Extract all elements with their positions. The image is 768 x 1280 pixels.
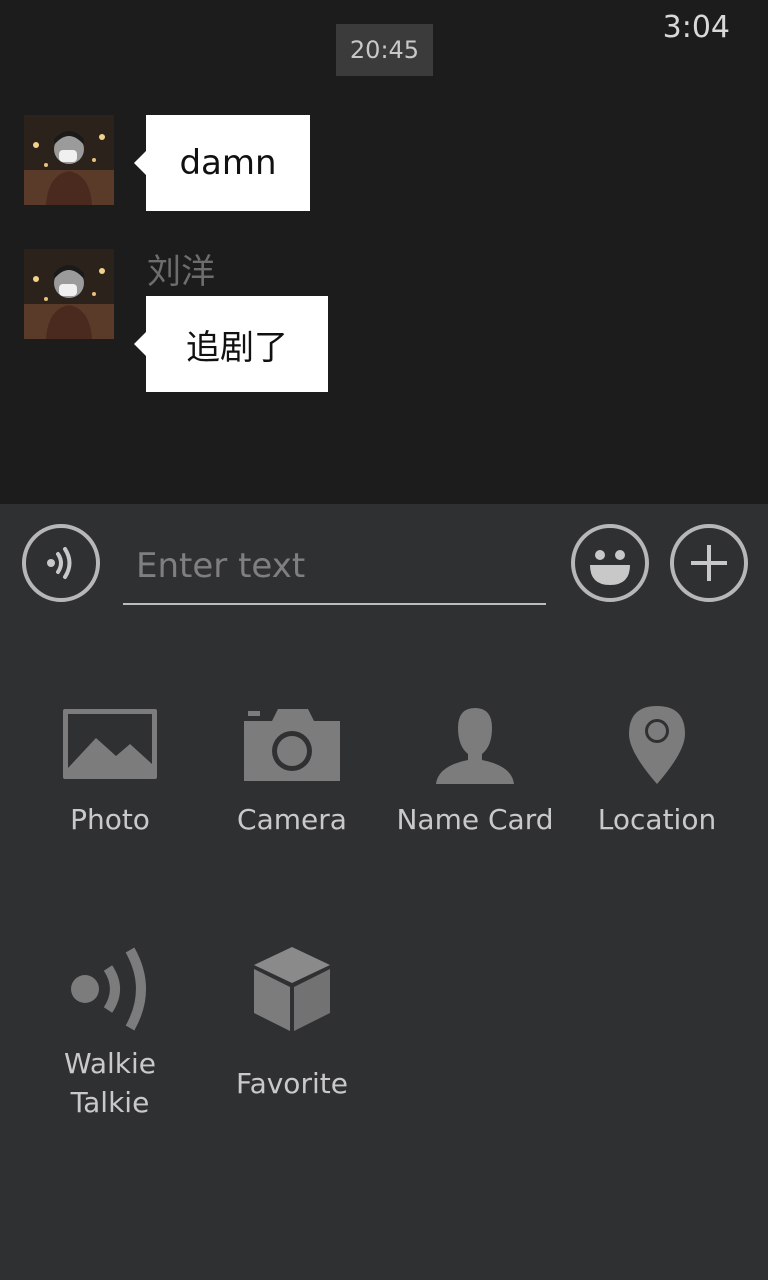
attachment-label: Location xyxy=(597,803,717,836)
attachment-photo[interactable]: Photo xyxy=(19,690,201,890)
image-icon xyxy=(63,709,157,779)
message-bubble[interactable]: damn xyxy=(134,115,310,211)
status-bar-time: 3:04 xyxy=(662,10,730,45)
attachment-label: Camera xyxy=(237,803,347,836)
smiley-icon xyxy=(590,550,630,585)
message-text: damn xyxy=(179,143,277,183)
more-options-button[interactable] xyxy=(670,524,748,602)
avatar[interactable] xyxy=(24,249,114,339)
voice-wave-icon xyxy=(47,547,72,579)
attachment-location[interactable]: Location xyxy=(566,690,748,890)
message-text: 追剧了 xyxy=(186,327,288,368)
sender-name: 刘洋 xyxy=(147,252,215,292)
chat-area: 3:04 20:45 damn 刘洋 追剧了 xyxy=(0,0,768,504)
message-input[interactable] xyxy=(123,528,546,605)
attachment-label: Walkie Talkie xyxy=(63,1047,157,1119)
cube-icon xyxy=(254,947,330,1031)
walkie-talkie-icon xyxy=(71,947,146,1031)
voice-input-button[interactable] xyxy=(22,524,100,602)
input-panel: Photo Camera Name Card xyxy=(0,504,768,1280)
attachment-camera[interactable]: Camera xyxy=(201,690,383,890)
avatar[interactable] xyxy=(24,115,114,205)
attachment-name-card[interactable]: Name Card xyxy=(384,690,566,890)
person-icon xyxy=(436,708,514,784)
attachment-label: Favorite xyxy=(236,1067,348,1100)
plus-icon xyxy=(691,545,727,581)
attachment-label: Name Card xyxy=(396,803,554,836)
emoji-button[interactable] xyxy=(571,524,649,602)
attachment-favorite[interactable]: Favorite xyxy=(201,934,383,1134)
message-timestamp: 20:45 xyxy=(336,24,433,76)
attachment-walkie-talkie[interactable]: Walkie Talkie xyxy=(19,934,201,1134)
message-bubble[interactable]: 追剧了 xyxy=(134,296,328,392)
map-pin-icon xyxy=(629,706,685,784)
camera-icon xyxy=(244,709,340,781)
attachment-label: Photo xyxy=(70,803,150,836)
